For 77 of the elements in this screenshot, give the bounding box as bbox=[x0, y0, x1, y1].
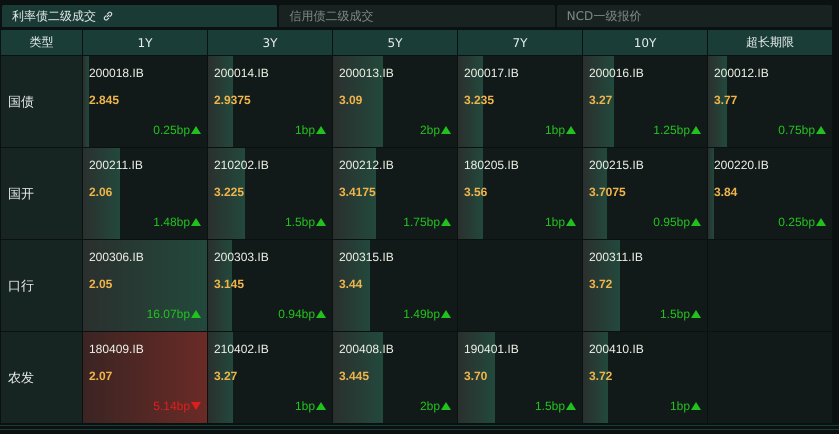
yield-value: 3.145 bbox=[214, 277, 246, 291]
bond-code: 180205.IB bbox=[464, 158, 520, 172]
change-value: 1.5bp bbox=[660, 307, 690, 321]
yield-value: 3.77 bbox=[714, 93, 738, 107]
bond-code: 200220.IB bbox=[714, 158, 770, 172]
change-value: 1.5bp bbox=[534, 399, 565, 413]
bond-code: 200014.IB bbox=[214, 66, 270, 80]
tab[interactable]: 信用债二级成交 bbox=[279, 5, 555, 27]
yield-value: 3.225 bbox=[214, 185, 246, 199]
yield-value: 3.44 bbox=[339, 277, 364, 291]
bond-code: 200211.IB bbox=[89, 158, 144, 172]
yield-value: 2.9375 bbox=[214, 93, 252, 107]
change-value: 16.07bp bbox=[146, 307, 190, 321]
bond-code: 200215.IB bbox=[589, 158, 645, 172]
change-value: 1.25bp bbox=[653, 123, 690, 137]
bond-code: 190401.IB bbox=[464, 342, 520, 356]
change-value: 0.95bp bbox=[653, 215, 690, 229]
change-value: 1bp bbox=[544, 123, 565, 137]
row-label: 国开 bbox=[1, 148, 82, 239]
bond-code: 200212.IB bbox=[339, 158, 395, 172]
yield-value: 3.445 bbox=[339, 369, 370, 383]
bond-code: 210402.IB bbox=[214, 342, 270, 356]
bond-code: 200303.IB bbox=[214, 250, 270, 264]
row-label: 国债 bbox=[1, 56, 82, 147]
yield-value: 3.72 bbox=[589, 277, 614, 291]
bond-code: 200017.IB bbox=[464, 66, 520, 80]
change-value: 1.5bp bbox=[284, 215, 315, 229]
column-header: 5Y bbox=[333, 30, 457, 55]
bond-code: 180409.IB bbox=[89, 342, 145, 356]
tab[interactable]: NCD一级报价 bbox=[556, 5, 832, 27]
bond-code: 200410.IB bbox=[589, 342, 645, 356]
tab[interactable]: 利率债二级成交 bbox=[2, 5, 278, 27]
bond-code: 200016.IB bbox=[589, 66, 645, 80]
column-header: 3Y bbox=[208, 30, 332, 55]
change-value: 1bp bbox=[670, 399, 690, 413]
column-header: 类型 bbox=[1, 30, 82, 55]
change-value: 2bp bbox=[420, 123, 440, 137]
change-value: 1bp bbox=[294, 123, 315, 137]
yield-value: 2.07 bbox=[89, 369, 114, 383]
change-value: 1.48bp bbox=[153, 215, 190, 229]
yield-value: 3.7075 bbox=[589, 185, 627, 199]
yield-value: 3.56 bbox=[464, 185, 488, 199]
column-header: 1Y bbox=[83, 30, 207, 55]
bond-code: 200012.IB bbox=[714, 66, 770, 80]
yield-value: 3.72 bbox=[589, 369, 614, 383]
change-value: 0.75bp bbox=[778, 123, 815, 137]
change-value: 1bp bbox=[294, 399, 315, 413]
column-header: 10Y bbox=[583, 30, 707, 55]
row-label: 农发 bbox=[1, 332, 82, 423]
change-value: 5.14bp bbox=[153, 399, 190, 413]
change-value: 1.75bp bbox=[403, 215, 440, 229]
change-value: 0.25bp bbox=[153, 123, 190, 137]
change-value: 1.49bp bbox=[403, 307, 440, 321]
change-value: 0.94bp bbox=[278, 307, 315, 321]
change-value: 0.25bp bbox=[778, 215, 815, 229]
yield-value: 3.70 bbox=[464, 369, 488, 383]
yield-value: 3.09 bbox=[339, 93, 364, 107]
column-header: 超长期限 bbox=[708, 30, 832, 55]
row-label: 口行 bbox=[1, 240, 82, 331]
bond-code: 210202.IB bbox=[214, 158, 270, 172]
yield-value: 2.845 bbox=[89, 93, 120, 107]
yield-value: 3.27 bbox=[589, 93, 614, 107]
column-header: 7Y bbox=[458, 30, 582, 55]
bond-code: 200311.IB bbox=[589, 250, 644, 264]
yield-value: 3.235 bbox=[464, 93, 496, 107]
bond-code: 200315.IB bbox=[339, 250, 395, 264]
bond-code: 200018.IB bbox=[89, 66, 145, 80]
bond-code: 200408.IB bbox=[339, 342, 395, 356]
change-value: 1bp bbox=[544, 215, 565, 229]
yield-value: 3.27 bbox=[214, 369, 238, 383]
bond-code: 200306.IB bbox=[89, 250, 145, 264]
bond-code: 200013.IB bbox=[339, 66, 395, 80]
change-value: 2bp bbox=[420, 399, 440, 413]
yield-value: 3.4175 bbox=[339, 185, 377, 199]
yield-value: 2.06 bbox=[89, 185, 114, 199]
yield-value: 3.84 bbox=[714, 185, 738, 199]
yield-value: 2.05 bbox=[89, 277, 114, 291]
